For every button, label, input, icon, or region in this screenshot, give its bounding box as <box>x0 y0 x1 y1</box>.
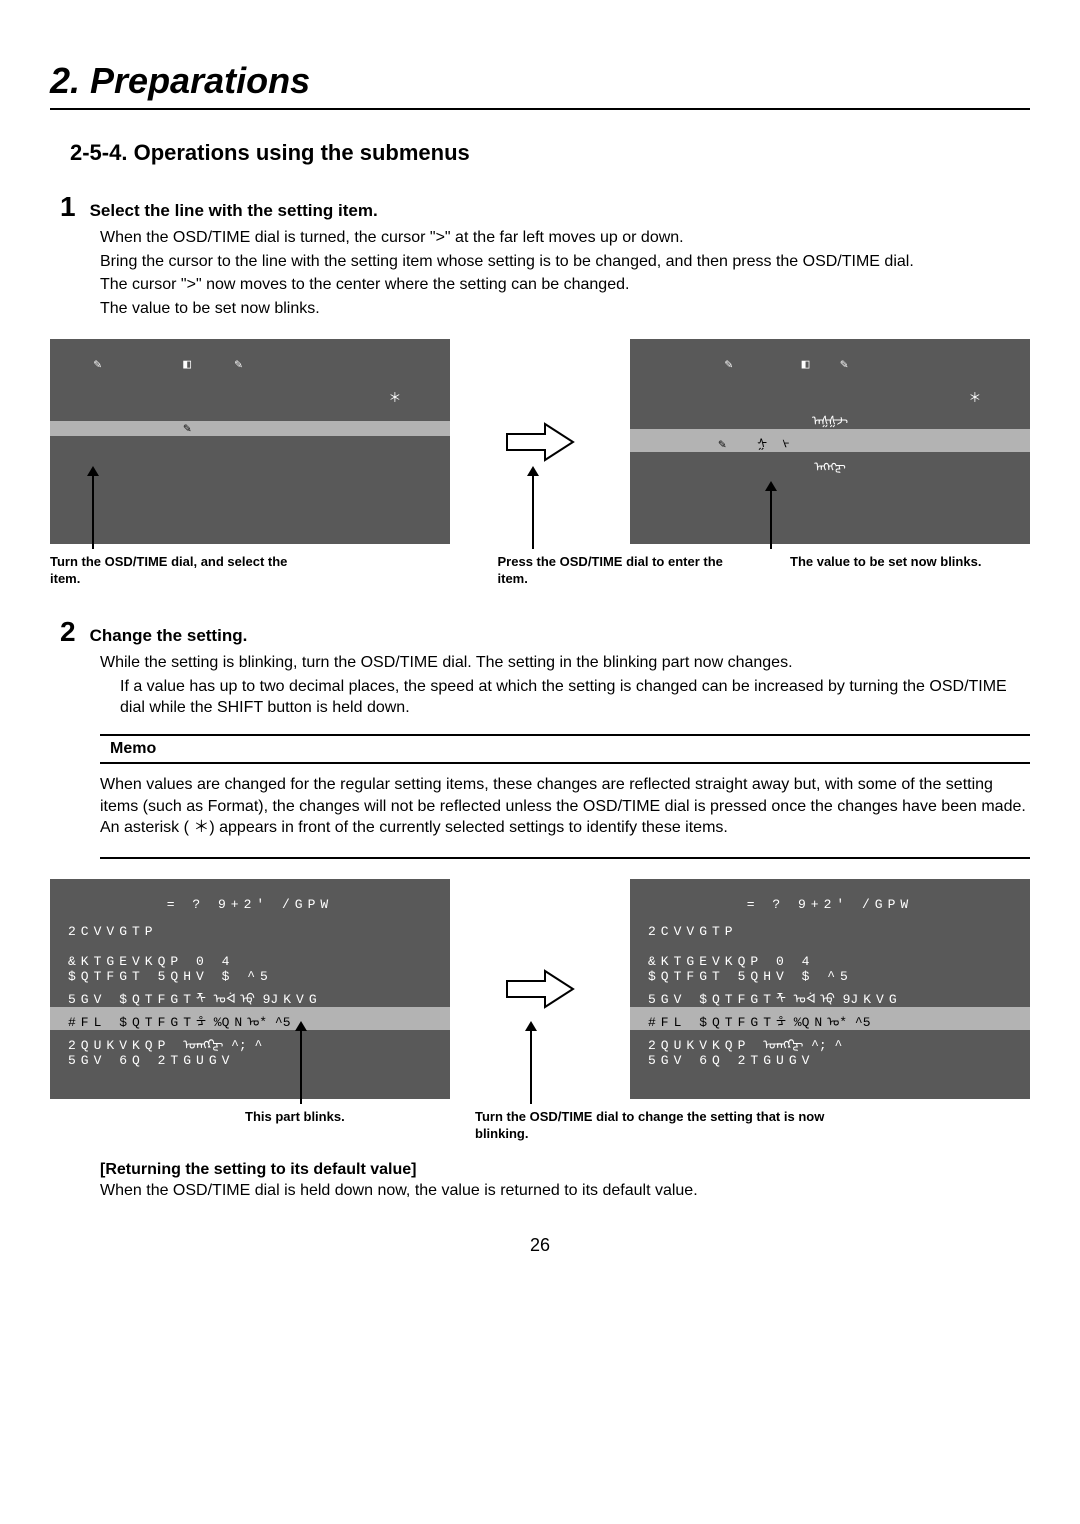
row-fl-border: #FL $QTFGTᡱ %QNᠣ* ^5 <box>50 1007 450 1030</box>
arrow-up-icon <box>300 1029 302 1104</box>
returning-block: [Returning the setting to its default va… <box>100 1161 1030 1200</box>
row-direction: &KTGEVKQP 0 4 <box>648 954 1012 969</box>
arrow-up-icon <box>770 489 772 549</box>
row-direction: &KTGEVKQP 0 4 <box>68 954 432 969</box>
row-set-preset: 5GV 6Q 2TGUGV <box>648 1053 1012 1068</box>
memo-title: Memo <box>110 740 1030 758</box>
step-1-number: 1 <box>60 191 76 223</box>
caption-2-left: This part blinks. <box>245 1109 465 1143</box>
step-2-p2: If a value has up to two decimal places,… <box>120 676 1030 719</box>
osd-screen-right: ✎ ◧ ✎ ＊ ᠠᢢᢢᢣ ✎ ᢢ ᢣ ᠡᡊᡊᡓ <box>630 339 1030 544</box>
menu-title: = ? 9+2' /GPW <box>68 897 432 912</box>
step-1-p2: Bring the cursor to the line with the se… <box>100 251 1030 273</box>
step-2-title: Change the setting. <box>90 626 248 646</box>
row-border-soft: $QTFGT 5QHV $ ^5 <box>648 969 1012 984</box>
arrow-right-icon <box>505 422 575 462</box>
row-set-preset: 5GV 6Q 2TGUGV <box>68 1053 432 1068</box>
figure-2-captions: This part blinks. Turn the OSD/TIME dial… <box>50 1109 1030 1143</box>
step-2: 2 Change the setting. While the setting … <box>60 616 1030 719</box>
step-2-number: 2 <box>60 616 76 648</box>
step-1: 1 Select the line with the setting item.… <box>60 191 1030 319</box>
osd-screen-left: ✎ ◧ ✎ ＊ ✎ <box>50 339 450 544</box>
step-1-p3: The cursor ">" now moves to the center w… <box>100 274 1030 296</box>
arrow-up-icon <box>532 474 534 549</box>
menu-title: = ? 9+2' /GPW <box>648 897 1012 912</box>
step-1-title: Select the line with the setting item. <box>90 201 378 221</box>
figure-1-captions: Turn the OSD/TIME dial, and select the i… <box>50 554 1030 588</box>
caption-2-right: Turn the OSD/TIME dial to change the set… <box>475 1109 875 1143</box>
row-position: 2QUKVKQP ᠣᠡᡊᡗᡓ ^; ^ <box>648 1030 1012 1053</box>
page-number: 26 <box>50 1235 1030 1256</box>
row-position: 2QUKVKQP ᠣᠡᡊᡗᡓ ^; ^ <box>68 1030 432 1053</box>
row-pattern: 2CVVGTP <box>648 924 1012 939</box>
caption-middle: Press the OSD/TIME dial to enter the ite… <box>498 554 738 588</box>
osd-menu-left: = ? 9+2' /GPW 2CVVGTP &KTGEVKQP 0 4 $QTF… <box>50 879 450 1099</box>
figure-2: = ? 9+2' /GPW 2CVVGTP &KTGEVKQP 0 4 $QTF… <box>50 879 1030 1099</box>
returning-title: [Returning the setting to its default va… <box>100 1161 1030 1179</box>
step-2-p1: While the setting is blinking, turn the … <box>100 652 1030 674</box>
caption-right: The value to be set now blinks. <box>790 554 1030 588</box>
row-set-border: 5GV $QTFGTᡯ ᠤᢱᡇ 9JKVG <box>648 984 1012 1007</box>
step-1-p1: When the OSD/TIME dial is turned, the cu… <box>100 227 1030 249</box>
row-border-soft: $QTFGT 5QHV $ ^5 <box>68 969 432 984</box>
returning-body: When the OSD/TIME dial is held down now,… <box>100 1182 1030 1200</box>
step-1-p4: The value to be set now blinks. <box>100 298 1030 320</box>
row-pattern: 2CVVGTP <box>68 924 432 939</box>
arrow-right-icon <box>505 969 575 1009</box>
caption-left: Turn the OSD/TIME dial, and select the i… <box>50 554 290 588</box>
memo-body: When values are changed for the regular … <box>100 774 1030 839</box>
memo-divider-top: Memo <box>100 734 1030 764</box>
section-title: 2-5-4. Operations using the submenus <box>70 140 1030 166</box>
memo-p2: An asterisk ( ＊) appears in front of the… <box>100 817 1030 839</box>
memo-divider-bottom <box>100 857 1030 859</box>
arrow-up-icon <box>92 474 94 549</box>
arrow-up-icon <box>530 1029 532 1104</box>
figure-1: ✎ ◧ ✎ ＊ ✎ ✎ ◧ ✎ ＊ ᠠᢢᢢᢣ ✎ ᢢ ᢣ ᠡᡊᡊᡓ <box>50 339 1030 544</box>
chapter-title: 2. Preparations <box>50 60 1030 110</box>
memo-p1: When values are changed for the regular … <box>100 774 1030 817</box>
osd-menu-right: = ? 9+2' /GPW 2CVVGTP &KTGEVKQP 0 4 $QTF… <box>630 879 1030 1099</box>
row-fl-border: #FL $QTFGTᡱ %QNᠣ* ^5 <box>630 1007 1030 1030</box>
row-set-border: 5GV $QTFGTᡯ ᠤᢱᡇ 9JKVG <box>68 984 432 1007</box>
